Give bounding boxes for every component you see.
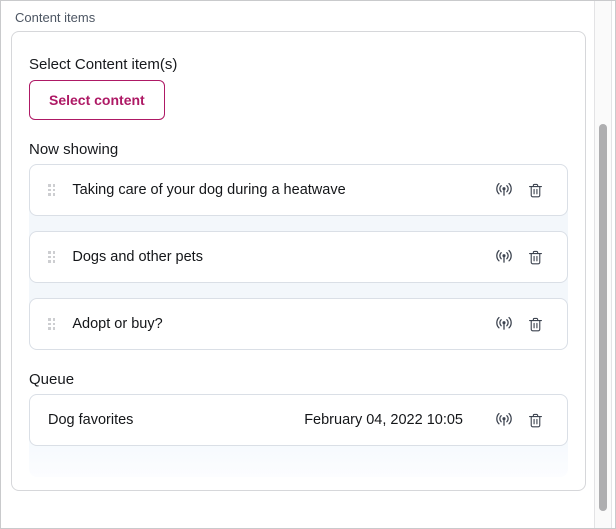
content-items-panel: Select Content item(s) Select content No… [11,31,586,491]
item-title: Taking care of your dog during a heatwav… [72,182,493,198]
vertical-scrollbar[interactable] [594,1,612,528]
broadcast-icon[interactable] [493,179,515,201]
drag-handle-icon[interactable] [48,251,55,263]
select-content-button[interactable]: Select content [29,80,165,120]
item-title: Dogs and other pets [72,249,493,265]
item-title: Dog favorites [48,412,304,428]
scrollbar-thumb[interactable] [599,124,607,511]
item-actions [493,313,545,335]
broadcast-icon[interactable] [493,409,515,431]
broadcast-icon[interactable] [493,246,515,268]
select-content-label: Select Content item(s) [29,56,568,73]
trash-icon[interactable] [526,314,545,335]
queue-item[interactable]: Dog favorites February 04, 2022 10:05 [29,394,568,446]
content-items-label: Content items [15,10,615,25]
broadcast-icon[interactable] [493,313,515,335]
queue-label: Queue [29,371,568,388]
list-item[interactable]: Adopt or buy? [29,298,568,350]
drag-handle-icon[interactable] [48,184,55,196]
item-actions [493,246,545,268]
trash-icon[interactable] [526,247,545,268]
list-item[interactable]: Dogs and other pets [29,231,568,283]
queue-list: Dog favorites February 04, 2022 10:05 [29,394,568,477]
drag-handle-icon[interactable] [48,318,55,330]
item-actions [493,409,545,431]
now-showing-list: Taking care of your dog during a heatwav… [29,164,568,350]
now-showing-label: Now showing [29,141,568,158]
trash-icon[interactable] [526,410,545,431]
content-items-page: { "page": { "label": "Content items" }, … [0,0,616,529]
item-datetime: February 04, 2022 10:05 [304,412,463,428]
item-actions [493,179,545,201]
item-title: Adopt or buy? [72,316,493,332]
trash-icon[interactable] [526,180,545,201]
list-item[interactable]: Taking care of your dog during a heatwav… [29,164,568,216]
